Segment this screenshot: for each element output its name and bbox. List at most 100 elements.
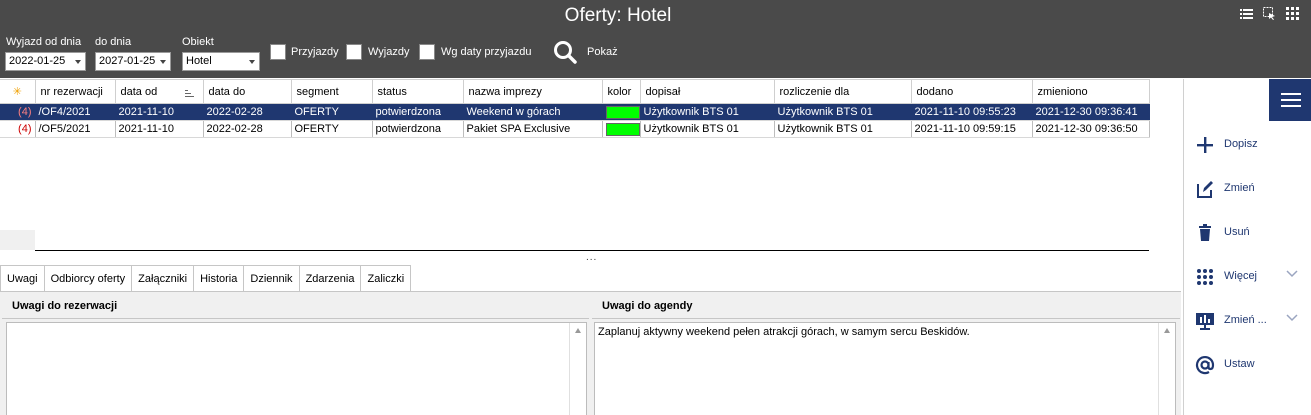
- cell-data-od: 2021-11-10: [115, 120, 204, 138]
- usun-button[interactable]: Usuń: [1184, 217, 1311, 247]
- chevron-down-icon: [249, 60, 255, 64]
- col-data-do[interactable]: data do: [203, 79, 292, 104]
- grid-footer: [0, 230, 35, 250]
- wiecej-label: Więcej: [1224, 270, 1258, 282]
- wyjazd-od-label: Wyjazd od dnia: [6, 36, 82, 48]
- wyjazdy-checkbox[interactable]: [346, 44, 362, 60]
- table-row[interactable]: (4) /OF5/2021 2021-11-10 2022-02-28 OFER…: [0, 120, 1150, 138]
- cell-data-od: 2021-11-10: [115, 103, 204, 121]
- col-nazwa-imprezy[interactable]: nazwa imprezy: [463, 79, 603, 104]
- cell-data-do: 2022-02-28: [203, 120, 292, 138]
- color-swatch: [605, 105, 639, 119]
- cell-rozliczenie: Użytkownik BTS 01: [774, 120, 912, 138]
- chevron-down-icon: [1286, 269, 1298, 281]
- dopisz-button[interactable]: Dopisz: [1184, 129, 1311, 159]
- cell-kolor: [602, 120, 641, 138]
- zmien-more-button[interactable]: Zmień ...: [1184, 305, 1311, 335]
- offers-grid: ✳ nr rezerwacji data od data do segment …: [0, 79, 1150, 138]
- window-title: Oferty: Hotel: [564, 5, 672, 26]
- cell-zmieniono: 2021-12-30 09:36:41: [1032, 103, 1150, 121]
- wg-daty-label: Wg daty przyjazdu: [441, 46, 532, 58]
- tab-zaliczki[interactable]: Zaliczki: [360, 265, 412, 292]
- ustaw-button[interactable]: Ustaw: [1184, 349, 1311, 379]
- tab-zdarzenia[interactable]: Zdarzenia: [298, 265, 362, 292]
- do-dnia-label: do dnia: [95, 36, 132, 48]
- tab-uwagi[interactable]: Uwagi: [0, 265, 45, 292]
- scrollbar[interactable]: [1158, 323, 1175, 415]
- action-sidebar: Dopisz Zmień Usuń Więcej Zmień ... Ustaw: [1183, 79, 1311, 415]
- header-row: ✳ nr rezerwacji data od data do segment …: [0, 79, 1150, 104]
- col-kolor[interactable]: kolor: [602, 79, 641, 104]
- col-status[interactable]: status: [372, 79, 464, 104]
- cell-nazwa: Weekend w górach: [463, 103, 603, 121]
- col-data-od[interactable]: data od: [115, 79, 204, 104]
- detail-tabs: Uwagi Odbiorcy oferty Załączniki Histori…: [0, 265, 412, 292]
- at-sign-icon: [1195, 355, 1215, 375]
- uwagi-agendy-text: Zaplanuj aktywny weekend pełen atrakcji …: [598, 326, 970, 338]
- tab-odbiorcy-oferty[interactable]: Odbiorcy oferty: [43, 265, 133, 292]
- wyjazd-od-combo[interactable]: 2022-01-25: [5, 52, 86, 71]
- divider: [35, 250, 1149, 251]
- plus-icon: [1195, 135, 1215, 155]
- cell-dopisal: Użytkownik BTS 01: [640, 103, 775, 121]
- cell-segment: OFERTY: [291, 120, 373, 138]
- chevron-down-icon: [160, 60, 166, 64]
- obiekt-label: Obiekt: [182, 36, 214, 48]
- przyjazdy-label: Przyjazdy: [291, 46, 339, 58]
- col-rozliczenie-dla[interactable]: rozliczenie dla: [774, 79, 912, 104]
- tab-dziennik[interactable]: Dziennik: [243, 265, 300, 292]
- cell-rozliczenie: Użytkownik BTS 01: [774, 103, 912, 121]
- uwagi-agendy-title: Uwagi do agendy: [592, 293, 1180, 319]
- wg-daty-checkbox[interactable]: [419, 44, 435, 60]
- cell-status: potwierdzona: [372, 103, 464, 121]
- presentation-icon: [1195, 311, 1215, 331]
- top-icons: [1239, 6, 1299, 20]
- cell-dodano: 2021-11-10 09:59:15: [911, 120, 1033, 138]
- cell-dopisal: Użytkownik BTS 01: [640, 120, 775, 138]
- row-count: (4): [0, 120, 36, 138]
- col-segment[interactable]: segment: [291, 79, 373, 104]
- edit-icon: [1195, 179, 1215, 199]
- hamburger-menu-icon[interactable]: [1269, 79, 1311, 121]
- cell-nr: /OF4/2021: [35, 103, 116, 121]
- obiekt-value: Hotel: [186, 55, 212, 67]
- splitter-handle[interactable]: ...: [586, 252, 597, 263]
- cell-data-do: 2022-02-28: [203, 103, 292, 121]
- dopisz-label: Dopisz: [1224, 138, 1258, 150]
- zmien-more-label: Zmień ...: [1224, 314, 1267, 326]
- uwagi-agendy-textarea[interactable]: Zaplanuj aktywny weekend pełen atrakcji …: [594, 322, 1176, 415]
- cell-status: potwierdzona: [372, 120, 464, 138]
- cell-nr: /OF5/2021: [35, 120, 116, 138]
- pokaz-button[interactable]: Pokaż: [587, 46, 618, 58]
- sort-icon: [184, 88, 194, 100]
- cell-zmieniono: 2021-12-30 09:36:50: [1032, 120, 1150, 138]
- wyjazd-od-value: 2022-01-25: [9, 55, 66, 67]
- do-dnia-combo[interactable]: 2027-01-25: [95, 52, 171, 71]
- usun-label: Usuń: [1224, 226, 1250, 238]
- search-icon[interactable]: [553, 40, 579, 66]
- col-zmieniono[interactable]: zmieniono: [1032, 79, 1150, 104]
- wyjazdy-label: Wyjazdy: [368, 46, 410, 58]
- table-row[interactable]: (4) /OF4/2021 2021-11-10 2022-02-28 OFER…: [0, 103, 1150, 121]
- wiecej-button[interactable]: Więcej: [1184, 261, 1311, 291]
- scroll-up-icon[interactable]: [575, 328, 581, 333]
- col-data-od-label: data od: [120, 85, 158, 98]
- uwagi-rezerwacji-title: Uwagi do rezerwacji: [2, 293, 589, 319]
- przyjazdy-checkbox[interactable]: [270, 44, 286, 60]
- zmien-button[interactable]: Zmień: [1184, 173, 1311, 203]
- tab-zalaczniki[interactable]: Załączniki: [131, 265, 195, 292]
- grid-view-icon[interactable]: [1285, 6, 1299, 20]
- star-header[interactable]: ✳: [0, 79, 36, 104]
- uwagi-rezerwacji-textarea[interactable]: [6, 322, 587, 415]
- scrollbar[interactable]: [569, 323, 586, 415]
- chevron-down-icon: [75, 60, 81, 64]
- col-dodano[interactable]: dodano: [911, 79, 1033, 104]
- zmien-label: Zmień: [1224, 182, 1255, 194]
- col-dopisal[interactable]: dopisał: [640, 79, 775, 104]
- tab-historia[interactable]: Historia: [193, 265, 245, 292]
- col-nr-rezerwacji[interactable]: nr rezerwacji: [35, 79, 116, 104]
- scroll-up-icon[interactable]: [1164, 328, 1170, 333]
- select-cursor-icon[interactable]: [1262, 6, 1276, 20]
- obiekt-combo[interactable]: Hotel: [182, 52, 260, 71]
- list-view-icon[interactable]: [1239, 6, 1253, 20]
